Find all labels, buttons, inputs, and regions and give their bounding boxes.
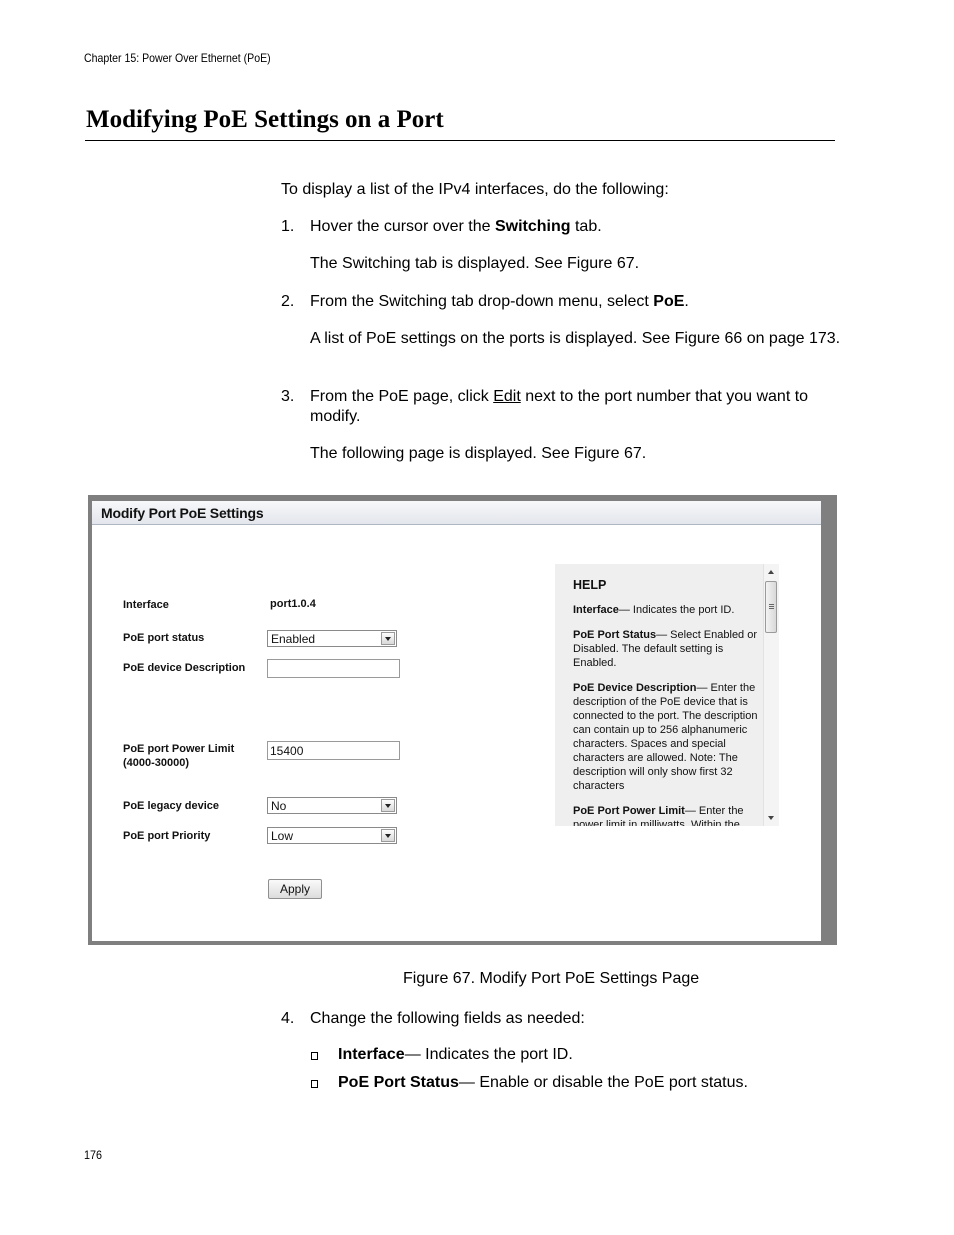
title-rule [85,140,835,141]
help-item: PoE Device Description— Enter the descri… [573,681,758,793]
chevron-down-icon[interactable] [381,799,395,812]
ui-term: Switching [494,218,571,235]
poe-status-select[interactable]: Enabled [267,630,397,647]
figure-caption: Figure 67. Modify Port PoE Settings Page [403,970,700,987]
section-title: Modifying PoE Settings on a Port [86,106,444,133]
text: . [684,293,689,310]
selected-value: Low [271,829,294,843]
step-number: 4. [281,1010,295,1027]
edit-link[interactable]: Edit [493,388,521,405]
help-term: PoE Device Description [573,682,697,694]
help-panel: HELP Interface— Indicates the port ID. P… [555,564,779,826]
help-item: PoE Port Power Limit— Enter the power li… [573,804,758,826]
text: From the PoE page, click [310,388,494,405]
scroll-thumb[interactable] [765,581,777,633]
page-number: 176 [84,1148,103,1162]
text: Hover the cursor over the [310,218,495,235]
panel-titlebar: Modify Port PoE Settings [92,501,821,525]
bullet-desc: — Enable or disable the PoE port status. [458,1074,748,1091]
step-number: 1. [281,218,295,235]
panel-title: Modify Port PoE Settings [101,505,264,521]
step-note: A list of PoE settings on the ports is d… [310,330,841,347]
figure-screenshot: Modify Port PoE Settings Interface port1… [88,495,837,945]
help-desc: — Indicates the port ID. [618,604,735,616]
apply-button[interactable]: Apply [268,879,322,899]
help-item: PoE Port Status— Select Enabled or Disab… [573,628,758,670]
scroll-down-arrow-icon[interactable] [768,816,774,820]
step-note: The following page is displayed. See Fig… [310,445,647,462]
poe-description-label: PoE device Description [123,662,246,674]
bullet-term: Interface [338,1046,405,1063]
port-priority-label: PoE port Priority [123,830,211,842]
bullet-item: Interface— Indicates the port ID. [338,1046,573,1064]
step-note: The Switching tab is displayed. See Figu… [310,255,640,272]
text: tab. [570,218,602,235]
chevron-down-icon[interactable] [381,829,395,842]
help-heading: HELP [573,578,607,592]
poe-status-label: PoE port status [123,632,205,644]
step-instruction: Change the following fields as needed: [310,1010,585,1027]
power-limit-input[interactable]: 15400 [267,741,400,760]
interface-label: Interface [123,599,169,611]
intro-text: To display a list of the IPv4 interfaces… [281,181,669,198]
grip-icon [769,604,774,605]
bullet-desc: — Indicates the port ID. [404,1046,573,1063]
step-instruction: Hover the cursor over the Switching tab. [310,217,845,237]
interface-value: port1.0.4 [270,598,316,610]
step-instruction: From the PoE page, click Edit next to th… [310,387,845,427]
help-term: PoE Port Status [573,629,657,641]
help-item: Interface— Indicates the port ID. [573,603,758,617]
label-text: PoE port Power Limit [123,743,235,755]
port-priority-select[interactable]: Low [267,827,397,844]
running-header: Chapter 15: Power Over Ethernet (PoE) [84,51,271,65]
checkbox-bullet-icon [311,1080,318,1088]
checkbox-bullet-icon [311,1052,318,1060]
help-scrollbar[interactable] [763,564,779,826]
ui-term: PoE [653,293,685,310]
selected-value: No [271,799,287,813]
modify-port-poe-panel: Modify Port PoE Settings Interface port1… [92,501,821,941]
step-number: 3. [281,388,295,405]
help-term: Interface [573,604,619,616]
help-content: HELP Interface— Indicates the port ID. P… [573,578,758,826]
power-limit-label: PoE port Power Limit (4000-30000) [123,742,234,770]
scroll-up-arrow-icon[interactable] [768,570,774,574]
legacy-device-select[interactable]: No [267,797,397,814]
bullet-term: PoE Port Status [338,1074,459,1091]
help-term: PoE Port Power Limit [573,805,685,817]
bullet-item: PoE Port Status— Enable or disable the P… [338,1074,748,1092]
help-desc: — Enter the description of the PoE devic… [573,682,758,792]
text: From the Switching tab drop-down menu, s… [310,293,654,310]
poe-description-input[interactable] [267,659,400,678]
range-text: (4000-30000) [123,757,190,769]
selected-value: Enabled [271,632,316,646]
legacy-device-label: PoE legacy device [123,800,219,812]
input-value: 15400 [270,744,304,758]
chevron-down-icon[interactable] [381,632,395,645]
step-number: 2. [281,293,295,310]
step-instruction: From the Switching tab drop-down menu, s… [310,292,845,312]
